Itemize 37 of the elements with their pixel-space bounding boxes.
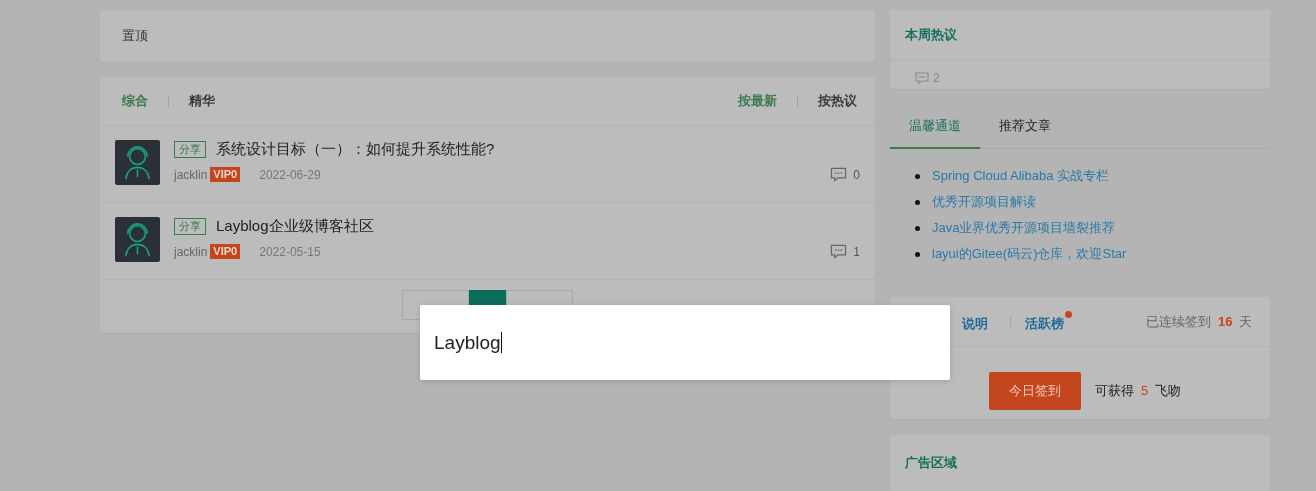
comment-icon (830, 167, 848, 182)
signin-link[interactable]: 活跃榜 (1025, 310, 1072, 333)
sort-tab[interactable]: 按热议 (818, 92, 857, 110)
post-date: 2022-06-29 (259, 167, 321, 182)
post-title-link[interactable]: Layblog企业级博客社区 (216, 217, 374, 236)
card-title: 置顶 (122, 27, 148, 45)
tab[interactable]: 温馨通道 (890, 106, 980, 150)
resource-link[interactable]: 优秀开源项目解读 (932, 193, 1036, 212)
post-date: 2022-05-15 (259, 244, 321, 259)
streak-text: 已连续签到 16 天 (1146, 312, 1252, 331)
avatar-icon[interactable] (115, 217, 160, 262)
comment-icon (830, 244, 848, 259)
comment-count: 0 (853, 167, 860, 182)
resource-link[interactable]: Java业界优秀开源项目墙裂推荐 (932, 219, 1116, 238)
sort-tab[interactable]: 按最新 (738, 92, 777, 110)
reward-text: 可获得 5 飞吻 (1095, 382, 1181, 401)
search-dialog[interactable]: Layblog (420, 305, 950, 380)
filter-tab[interactable]: 综合 (122, 92, 148, 110)
post-tag: 分享 (174, 141, 206, 158)
comment-count: 1 (853, 244, 860, 259)
tab[interactable]: 推荐文章 (980, 106, 1070, 150)
comment-icon (915, 72, 929, 84)
vip-badge: VIP0 (210, 167, 241, 182)
signin-link[interactable]: 说明 (962, 310, 996, 333)
signin-button[interactable]: 今日签到 (989, 372, 1082, 411)
search-text: Layblog (434, 331, 501, 354)
avatar-icon[interactable] (115, 140, 160, 185)
filter-tab[interactable]: 精华 (189, 92, 215, 110)
resource-link[interactable]: Spring Cloud Alibaba 实战专栏 (932, 167, 1110, 186)
card-title: 广告区域 (905, 455, 957, 471)
author-link[interactable]: jacklin (174, 167, 208, 182)
post-title-link[interactable]: 系统设计目标（一）：如何提升系统性能? (216, 140, 495, 159)
author-link[interactable]: jacklin (174, 244, 208, 259)
post-tag: 分享 (174, 218, 206, 235)
resource-link[interactable]: layui的Gitee(码云)仓库，欢迎Star (932, 245, 1127, 264)
card-title: 本周热议 (905, 26, 957, 44)
vip-badge: VIP0 (210, 244, 241, 259)
